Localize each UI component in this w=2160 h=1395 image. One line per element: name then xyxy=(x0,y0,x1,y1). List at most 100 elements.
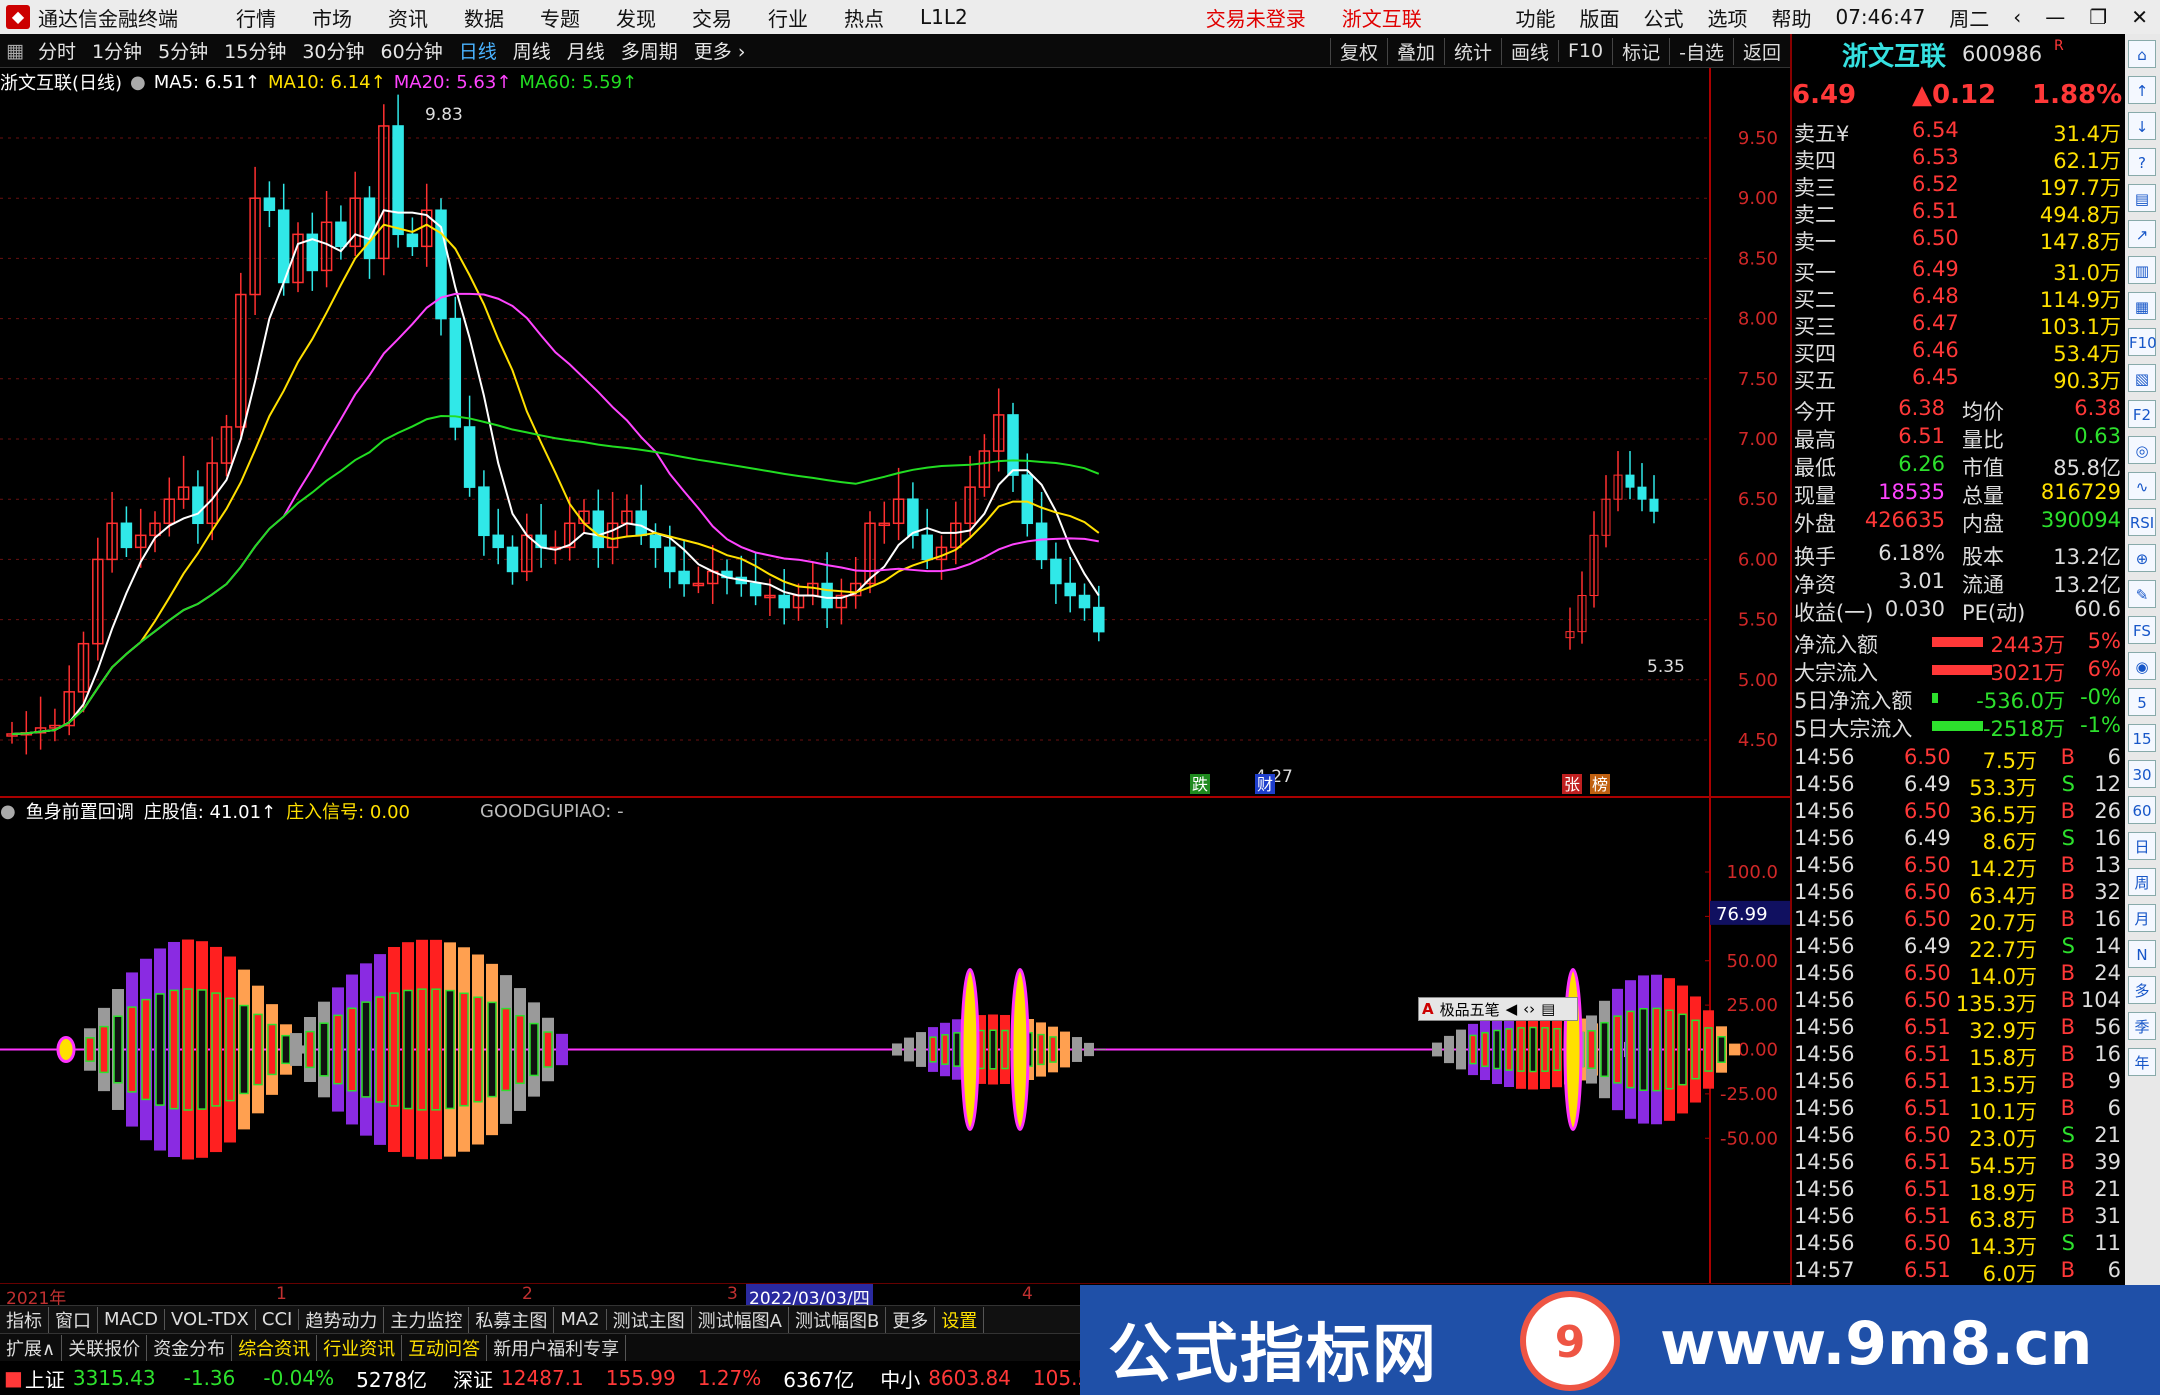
tab-MA2[interactable]: MA2 xyxy=(554,1309,607,1330)
tool-button[interactable]: -自选 xyxy=(1669,37,1733,65)
tab-资金分布[interactable]: 资金分布 xyxy=(147,1334,233,1361)
side-tool-icon[interactable]: F2 xyxy=(2128,400,2156,428)
menu-item[interactable]: 热点 xyxy=(844,3,884,32)
side-tool-icon[interactable]: 60 xyxy=(2128,796,2156,824)
period-tab[interactable]: 30分钟 xyxy=(294,37,372,64)
side-tool-icon[interactable]: 月 xyxy=(2128,904,2156,932)
side-tool-icon[interactable]: ✎ xyxy=(2128,580,2156,608)
tool-button[interactable]: 统计 xyxy=(1443,37,1501,65)
side-tool-icon[interactable]: 季 xyxy=(2128,1012,2156,1040)
menu-item[interactable]: 市场 xyxy=(312,3,352,32)
five-stroke-input-toolbar[interactable]: A 极品五笔 ◀ ‹› ▤ xyxy=(1418,997,1578,1021)
tab-主力监控[interactable]: 主力监控 xyxy=(384,1306,470,1333)
grid-icon[interactable]: ▦ xyxy=(0,40,30,62)
moon-icon[interactable]: ◀ xyxy=(1506,1000,1518,1018)
sh-name[interactable]: 上证 xyxy=(25,1364,65,1393)
side-tool-icon[interactable]: 年 xyxy=(2128,1048,2156,1076)
tab-新用户福利专享[interactable]: 新用户福利专享 xyxy=(487,1334,627,1361)
input-name[interactable]: 极品五笔 xyxy=(1440,999,1500,1020)
period-tab[interactable]: 分时 xyxy=(30,37,84,64)
menu-item[interactable]: 行业 xyxy=(768,3,808,32)
period-more[interactable]: 更多 › xyxy=(686,37,754,64)
kline-chart[interactable]: 9.50 9.00 8.50 8.00 7.50 7.00 6.50 6.00 5.50 5.00… xyxy=(0,68,1790,1283)
zx-name[interactable]: 中小 xyxy=(880,1364,920,1393)
tab-MACD[interactable]: MACD xyxy=(98,1309,165,1330)
menu-item[interactable]: L1L2 xyxy=(920,5,968,29)
settings-icon[interactable]: ● xyxy=(0,801,16,822)
tab-窗口[interactable]: 窗口 xyxy=(49,1306,98,1333)
period-tab[interactable]: 周线 xyxy=(505,37,559,64)
period-tab[interactable]: 月线 xyxy=(559,37,613,64)
side-tool-icon[interactable]: ⌂ xyxy=(2128,40,2156,68)
period-tab[interactable]: 15分钟 xyxy=(216,37,294,64)
tab-私募主图[interactable]: 私募主图 xyxy=(469,1306,555,1333)
side-tool-icon[interactable]: ↓ xyxy=(2128,112,2156,140)
tab-VOL-TDX[interactable]: VOL-TDX xyxy=(165,1309,256,1330)
side-tool-icon[interactable]: 5 xyxy=(2128,688,2156,716)
tab-指标[interactable]: 指标 xyxy=(0,1306,49,1333)
side-tool-icon[interactable]: ▧ xyxy=(2128,364,2156,392)
side-tool-icon[interactable]: 30 xyxy=(2128,760,2156,788)
restore-icon[interactable]: ❐ xyxy=(2089,5,2107,29)
punct-icon[interactable]: ‹› xyxy=(1523,1000,1535,1018)
side-tool-icon[interactable]: ◉ xyxy=(2128,652,2156,680)
side-tool-icon[interactable]: ▤ xyxy=(2128,184,2156,212)
tab-趋势动力[interactable]: 趋势动力 xyxy=(299,1306,385,1333)
side-tool-icon[interactable]: ⊕ xyxy=(2128,544,2156,572)
tab-CCI[interactable]: CCI xyxy=(256,1309,300,1330)
tab-测试幅图A[interactable]: 测试幅图A xyxy=(692,1306,789,1333)
menu-formula[interactable]: 公式 xyxy=(1643,3,1683,32)
side-tool-icon[interactable]: F10 xyxy=(2128,328,2157,356)
tab-行业资讯[interactable]: 行业资讯 xyxy=(317,1334,403,1361)
side-tool-icon[interactable]: ↑ xyxy=(2128,76,2156,104)
side-tool-icon[interactable]: ↗ xyxy=(2128,220,2156,248)
tool-button[interactable]: 标记 xyxy=(1612,37,1669,65)
menu-item[interactable]: 交易 xyxy=(692,3,732,32)
side-tool-icon[interactable]: FS xyxy=(2128,616,2156,644)
settings-icon[interactable]: ● xyxy=(130,72,146,93)
side-tool-icon[interactable]: ? xyxy=(2128,148,2156,176)
side-tool-icon[interactable]: ◎ xyxy=(2128,436,2156,464)
side-tool-icon[interactable]: ∿ xyxy=(2128,472,2156,500)
tab-关联报价[interactable]: 关联报价 xyxy=(62,1334,148,1361)
tool-button[interactable]: F10 xyxy=(1558,40,1612,62)
tab-测试主图[interactable]: 测试主图 xyxy=(607,1306,692,1333)
period-tab[interactable]: 1分钟 xyxy=(84,37,150,64)
sz-name[interactable]: 深证 xyxy=(453,1364,493,1393)
menu-item[interactable]: 数据 xyxy=(464,3,504,32)
side-tool-icon[interactable]: ▦ xyxy=(2128,292,2156,320)
menu-help[interactable]: 帮助 xyxy=(1771,3,1811,32)
tab-互动问答[interactable]: 互动问答 xyxy=(402,1334,488,1361)
menu-options[interactable]: 选项 xyxy=(1707,3,1747,32)
tab-综合资讯[interactable]: 综合资讯 xyxy=(232,1334,318,1361)
tool-button[interactable]: 叠加 xyxy=(1386,37,1444,65)
tab-测试幅图B[interactable]: 测试幅图B xyxy=(789,1306,887,1333)
period-tab[interactable]: 60分钟 xyxy=(373,37,451,64)
side-tool-icon[interactable]: N xyxy=(2128,940,2156,968)
side-tool-icon[interactable]: 多 xyxy=(2128,976,2156,1004)
menu-item[interactable]: 行情 xyxy=(236,3,276,32)
keyboard-icon[interactable]: ▤ xyxy=(1541,1000,1555,1018)
menu-function[interactable]: 功能 xyxy=(1515,3,1555,32)
tool-button[interactable]: 返回 xyxy=(1732,37,1790,65)
close-icon[interactable]: ✕ xyxy=(2131,5,2148,29)
menu-item[interactable]: 发现 xyxy=(616,3,656,32)
menu-layout[interactable]: 版面 xyxy=(1579,3,1619,32)
period-tab-active[interactable]: 日线 xyxy=(451,37,505,64)
period-tab[interactable]: 多周期 xyxy=(613,37,686,64)
back-icon[interactable]: ‹ xyxy=(2013,5,2021,29)
side-tool-icon[interactable]: 周 xyxy=(2128,868,2156,896)
input-mode-icon[interactable]: A xyxy=(1422,1000,1434,1018)
tool-button[interactable]: 画线 xyxy=(1500,37,1558,65)
minimize-icon[interactable]: — xyxy=(2045,5,2065,29)
side-tool-icon[interactable]: RSI xyxy=(2128,508,2156,536)
menu-item[interactable]: 资讯 xyxy=(388,3,428,32)
side-tool-icon[interactable]: ▥ xyxy=(2128,256,2156,284)
login-status-link[interactable]: 交易未登录 xyxy=(1206,3,1306,32)
side-tool-icon[interactable]: 日 xyxy=(2128,832,2156,860)
tab-设置[interactable]: 设置 xyxy=(935,1306,985,1333)
tab-更多[interactable]: 更多 xyxy=(886,1306,936,1333)
period-tab[interactable]: 5分钟 xyxy=(150,37,216,64)
menu-item[interactable]: 专题 xyxy=(540,3,580,32)
tool-button[interactable]: 复权 xyxy=(1329,37,1387,65)
